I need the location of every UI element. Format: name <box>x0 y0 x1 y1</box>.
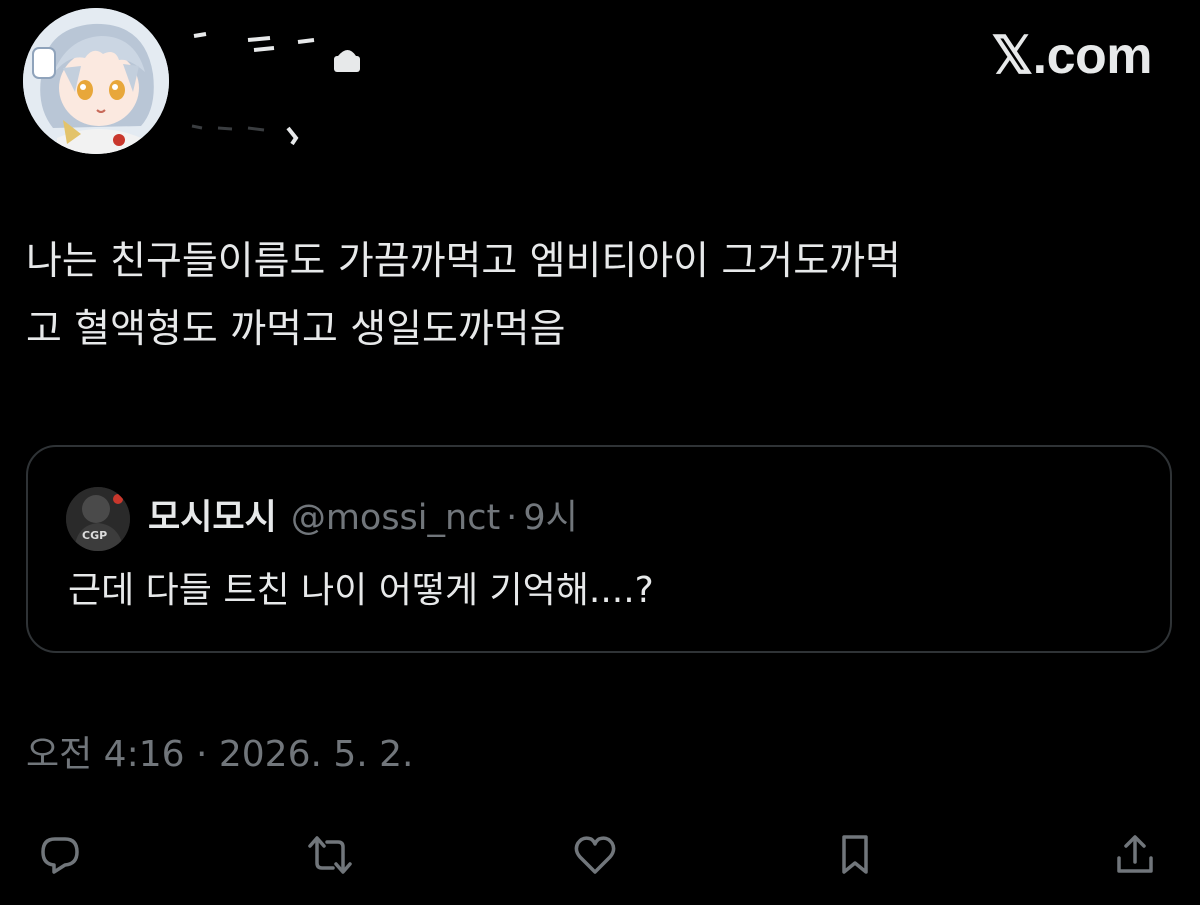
quoted-author-avatar[interactable]: CGP <box>66 487 130 551</box>
quoted-tweet-header: 모시모시 @mossi_nct · 9시 <box>148 493 578 543</box>
x-brand-label: 𝕏.com <box>991 27 1152 85</box>
tweet-timestamp[interactable]: 오전 4:16 · 2026. 5. 2. <box>26 730 414 780</box>
redacted-handle <box>191 124 299 146</box>
like-button[interactable] <box>565 825 625 885</box>
bookmark-button[interactable] <box>825 825 885 885</box>
quoted-tweet-card[interactable]: CGP 모시모시 @mossi_nct · 9시 근데 다들 트친 나이 어떻게… <box>26 445 1172 653</box>
redacted-display-name <box>193 32 360 72</box>
quoted-tweet-time[interactable]: 9시 <box>523 493 577 543</box>
retweet-icon <box>308 836 352 874</box>
header-separator: · <box>506 498 518 538</box>
quoted-avatar-caption: CGP <box>82 529 107 542</box>
bookmark-icon <box>842 835 868 874</box>
tweet-text: 나는 친구들이름도 가끔까먹고 엠비티아이 그거도까먹 고 혈액형도 까먹고 생… <box>26 239 901 352</box>
quoted-author-handle[interactable]: @mossi_nct <box>291 493 500 543</box>
retweet-button[interactable] <box>300 825 360 885</box>
share-icon <box>1117 835 1153 873</box>
reply-button[interactable] <box>30 825 90 885</box>
quoted-tweet-text: 근데 다들 트친 나이 어떻게 기억해....? <box>68 570 654 611</box>
reply-icon <box>41 837 79 874</box>
action-bar <box>0 825 1200 885</box>
author-avatar[interactable] <box>23 8 169 154</box>
heart-icon <box>574 836 616 874</box>
quoted-author-name[interactable]: 모시모시 <box>148 493 277 543</box>
share-button[interactable] <box>1105 825 1165 885</box>
